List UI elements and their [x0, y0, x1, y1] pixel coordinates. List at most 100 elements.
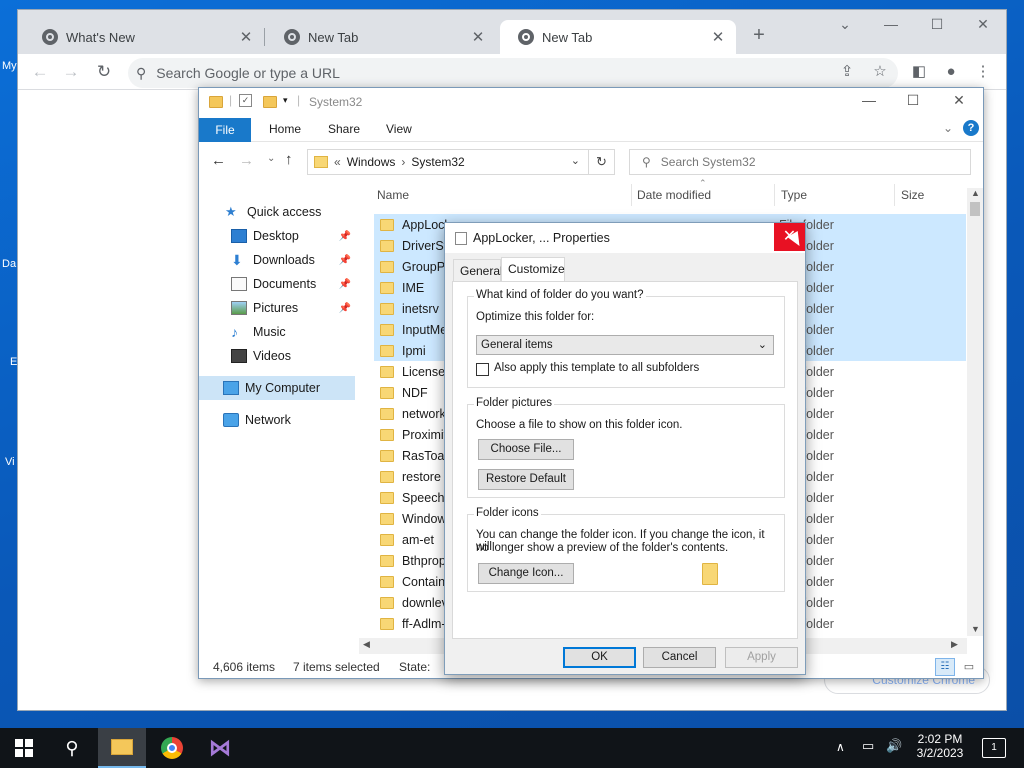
recent-locations-chevron-icon[interactable]: ⌄ — [267, 153, 275, 164]
breadcrumb-overflow[interactable]: « — [334, 155, 341, 169]
address-dropdown-icon[interactable]: ⌄ — [571, 154, 580, 167]
browser-tab-active[interactable]: New Tab ✕ — [500, 20, 736, 54]
side-panel-icon[interactable]: ◧ — [906, 60, 932, 84]
start-windows-icon[interactable] — [0, 728, 48, 768]
omnibox[interactable]: ⚲ Search Google or type a URL — [128, 58, 898, 88]
nav-documents[interactable]: Documents 📌 — [199, 272, 355, 296]
nav-my-computer[interactable]: My Computer — [199, 376, 355, 400]
nav-network[interactable]: Network — [199, 408, 355, 432]
close-tab-icon[interactable]: ✕ — [470, 28, 486, 46]
close-tab-icon[interactable]: ✕ — [710, 28, 726, 46]
help-icon[interactable]: ? — [963, 120, 979, 136]
ribbon-tab-home[interactable]: Home — [269, 122, 301, 136]
cancel-button[interactable]: Cancel — [643, 647, 716, 668]
nav-pictures[interactable]: Pictures 📌 — [199, 296, 355, 320]
change-icon-button[interactable]: Change Icon... — [478, 563, 574, 584]
profile-avatar-icon[interactable]: ● — [938, 60, 964, 84]
column-divider[interactable] — [774, 184, 775, 206]
details-view-icon[interactable]: ☷ — [935, 658, 955, 676]
scroll-left-icon[interactable]: ◀ — [363, 639, 370, 650]
apply-button[interactable]: Apply — [725, 647, 798, 668]
nav-music[interactable]: ♪ Music — [199, 320, 355, 344]
apply-subfolders-label[interactable]: Also apply this template to all subfolde… — [494, 362, 699, 374]
ribbon-tab-file[interactable]: File — [199, 118, 251, 142]
close-window-icon[interactable]: ✕ — [968, 16, 998, 33]
menu-dots-icon[interactable]: ⋮ — [970, 60, 996, 84]
scroll-right-icon[interactable]: ▶ — [951, 639, 958, 650]
reload-icon[interactable]: ↻ — [92, 60, 116, 84]
expand-ribbon-icon[interactable]: ⌄ — [943, 121, 953, 135]
breadcrumb-separator[interactable]: › — [401, 155, 405, 169]
browser-tab[interactable]: New Tab ✕ — [266, 20, 496, 54]
search-box[interactable]: ⚲ Search System32 — [629, 149, 971, 175]
address-bar[interactable]: « Windows › System32 ⌄ — [307, 149, 589, 175]
scroll-up-icon[interactable]: ▲ — [971, 188, 980, 198]
file-explorer-taskbar-icon[interactable] — [98, 728, 146, 768]
column-divider[interactable] — [631, 184, 632, 206]
chrome-taskbar-icon[interactable] — [148, 728, 196, 768]
desktop-icon-label[interactable]: E — [10, 356, 17, 368]
new-folder-icon[interactable] — [263, 96, 277, 108]
nav-desktop[interactable]: Desktop 📌 — [199, 224, 355, 248]
search-icon[interactable]: ⚲ — [48, 728, 96, 768]
show-hidden-icons-icon[interactable]: ∧ — [836, 740, 845, 754]
nav-videos[interactable]: Videos — [199, 344, 355, 368]
forward-arrow-icon[interactable]: → — [239, 152, 254, 169]
search-icon: ⚲ — [642, 155, 651, 169]
pin-icon[interactable]: 📌 — [339, 303, 351, 314]
back-arrow-icon[interactable]: ← — [28, 60, 52, 84]
restore-default-button[interactable]: Restore Default — [478, 469, 574, 490]
pin-icon[interactable]: 📌 — [339, 279, 351, 290]
close-window-icon[interactable]: ✕ — [939, 92, 979, 109]
properties-check-icon[interactable]: ✓ — [239, 94, 252, 107]
refresh-icon[interactable]: ↻ — [589, 149, 615, 175]
tab-customize[interactable]: Customize — [501, 257, 565, 282]
chrome-favicon-icon — [42, 29, 58, 45]
ok-button[interactable]: OK — [563, 647, 636, 668]
volume-icon[interactable]: 🔊 — [886, 738, 902, 754]
large-icons-view-icon[interactable]: ▭ — [959, 658, 979, 676]
ribbon-tab-view[interactable]: View — [386, 122, 412, 136]
breadcrumb-windows[interactable]: Windows — [347, 155, 396, 169]
desktop-icon-label[interactable]: My — [2, 60, 17, 72]
desktop-icon-label[interactable]: Da — [2, 258, 16, 270]
desktop-icon-label[interactable]: Vi — [5, 456, 15, 468]
state-label: State: — [399, 660, 431, 674]
tab-general[interactable]: General — [453, 259, 503, 281]
minimize-icon[interactable]: — — [849, 92, 889, 108]
vertical-scrollbar[interactable]: ▲ ▼ — [967, 188, 983, 636]
up-arrow-icon[interactable]: ↑ — [285, 151, 293, 168]
maximize-icon[interactable]: ☐ — [893, 92, 933, 109]
column-header-name[interactable]: Name — [377, 188, 409, 206]
browser-tab[interactable]: What's New ✕ — [24, 20, 264, 54]
visual-studio-taskbar-icon[interactable]: ⋈ — [196, 728, 244, 768]
nav-quick-access[interactable]: ★ Quick access — [199, 200, 355, 224]
tab-search-chevron-icon[interactable]: ⌄ — [830, 16, 860, 33]
ribbon-tab-share[interactable]: Share — [328, 122, 360, 136]
minimize-icon[interactable]: — — [876, 16, 906, 32]
scroll-down-icon[interactable]: ▼ — [971, 624, 980, 634]
column-divider[interactable] — [894, 184, 895, 206]
bookmark-star-icon[interactable]: ☆ — [867, 60, 893, 84]
optimize-select[interactable]: General items ⌄ — [476, 335, 774, 355]
pin-icon[interactable]: 📌 — [339, 231, 351, 242]
choose-file-button[interactable]: Choose File... — [478, 439, 574, 460]
column-header-date-modified[interactable]: Date modified — [637, 188, 711, 206]
network-tray-icon[interactable]: ▭ — [862, 738, 874, 754]
maximize-icon[interactable]: ☐ — [922, 16, 952, 33]
column-header-type[interactable]: Type — [781, 188, 807, 206]
apply-subfolders-checkbox[interactable] — [476, 363, 489, 376]
scroll-thumb[interactable] — [970, 202, 980, 216]
new-tab-icon[interactable]: + — [744, 24, 774, 47]
pin-icon[interactable]: 📌 — [339, 255, 351, 266]
qat-dropdown-icon[interactable]: ▾ — [283, 95, 288, 106]
back-arrow-icon[interactable]: ← — [211, 152, 226, 169]
column-header-size[interactable]: Size — [901, 188, 924, 206]
forward-arrow-icon[interactable]: → — [59, 60, 83, 84]
clock[interactable]: 2:02 PM 3/2/2023 — [908, 732, 972, 760]
share-icon[interactable]: ⇪ — [834, 60, 860, 84]
nav-downloads[interactable]: ⬇ Downloads 📌 — [199, 248, 355, 272]
close-tab-icon[interactable]: ✕ — [238, 28, 254, 46]
notification-center-icon[interactable]: 1 — [982, 738, 1006, 758]
breadcrumb-system32[interactable]: System32 — [411, 155, 464, 169]
